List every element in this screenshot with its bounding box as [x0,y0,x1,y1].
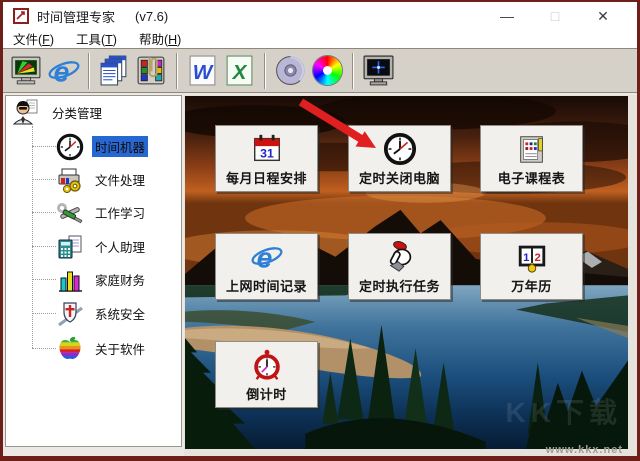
feature-scheduled-tasks[interactable]: 定时执行任务 [348,233,451,300]
word-icon[interactable]: W [185,53,220,88]
feature-countdown[interactable]: 倒计时 [215,341,318,408]
bar-chart-icon [56,266,84,294]
sidebar-item-label[interactable]: 关于软件 [92,338,148,359]
svg-text:X: X [232,61,248,84]
sidebar-item-family-finance[interactable]: 家庭财务 [56,263,148,296]
feature-label: 倒计时 [246,387,287,402]
feature-label: 每月日程安排 [225,171,307,186]
sidebar-item-label[interactable]: 工作学习 [92,202,148,223]
photo-background: 31 每月日程安排 定时关闭电脑 电子课程表 e 上网时间记录 定时执行任务 1… [185,96,628,449]
svg-text:31: 31 [260,147,274,161]
sidebar-item-work-study[interactable]: 工作学习 [56,196,148,229]
sidebar-item-system-security[interactable]: 系统安全 [56,297,148,330]
app-icon [13,8,29,24]
menu-file[interactable]: 文件(F) [3,29,66,50]
sidebar-item-personal-assistant[interactable]: 个人助理 [56,230,148,263]
svg-text:1: 1 [523,252,529,264]
feature-perpetual-calendar[interactable]: 1 2 万年历 [480,233,583,300]
tree-connector [32,212,56,213]
maximize-button: □ [550,8,560,24]
printer-gears-icon [56,166,84,194]
toolbar-separator [352,52,354,89]
title-bar: 时间管理专家 (v7.6) — □ ✕ [3,2,637,30]
sidebar-item-label[interactable]: 个人助理 [92,236,148,257]
ie-browser-icon: e [250,238,284,276]
hand-press-icon [383,238,417,276]
sidebar-item-label[interactable]: 系统安全 [92,303,148,324]
tree-connector [32,348,56,349]
feature-scheduled-shutdown[interactable]: 定时关闭电脑 [348,125,451,192]
close-button[interactable]: ✕ [579,8,627,25]
wall-clock-icon [383,130,417,168]
feature-label: 定时执行任务 [358,279,440,294]
feature-monthly-schedule[interactable]: 31 每月日程安排 [215,125,318,192]
menu-help[interactable]: 帮助(H) [129,29,193,50]
menu-bar: 文件(F) 工具(T) 帮助(H) [3,30,637,48]
svg-text:2: 2 [534,252,540,264]
tree-connector [32,313,56,314]
tree-connector [32,246,56,247]
content-area: 分类管理 时间机器 文件处理 工作学习 个人助理 家庭财务 系统安全 关于软件 … [3,93,637,458]
cd-disc-icon[interactable] [273,53,308,88]
feature-label: 电子课程表 [497,171,566,186]
schedule-card-icon [515,130,549,168]
feature-electronic-timetable[interactable]: 电子课程表 [480,125,583,192]
feature-label: 上网时间记录 [225,279,307,294]
clock-icon [56,133,84,161]
toolbar-separator [176,52,178,89]
shutdown-monitor-icon[interactable] [361,53,396,88]
window-version: (v7.6) [135,8,169,24]
documents-stack-icon[interactable] [97,53,132,88]
ie-browser-icon[interactable]: e [46,53,81,88]
window-title: 时间管理专家 [37,9,116,25]
toolbar-separator [264,52,266,89]
minimize-button[interactable]: — [483,8,531,24]
excel-icon[interactable]: X [222,53,257,88]
main-panel: 31 每月日程安排 定时关闭电脑 电子课程表 e 上网时间记录 定时执行任务 1… [184,95,637,456]
toolbar: e W X [3,48,637,93]
feature-label: 万年历 [511,279,552,294]
shield-sword-icon [56,300,84,328]
feature-label: 定时关闭电脑 [358,171,440,186]
svg-text:W: W [193,61,214,84]
sidebar-item-file-processing[interactable]: 文件处理 [56,163,148,196]
svg-text:e: e [256,242,272,274]
tree-connector [32,146,56,147]
perpetual-calendar-icon: 1 2 [515,238,549,276]
color-wheel-icon[interactable] [310,53,345,88]
manager-icon [12,98,40,126]
tree-trunk-line [32,126,33,348]
svg-text:e: e [53,56,69,88]
menu-tools[interactable]: 工具(T) [66,29,129,50]
app-window: 时间管理专家 (v7.6) — □ ✕ 文件(F) 工具(T) 帮助(H) e [0,0,640,461]
toolbar-separator [88,52,90,89]
rainbow-apple-icon [56,335,84,363]
screensaver-monitor-icon[interactable] [9,53,44,88]
site-watermark: www.kkx.net [545,444,623,456]
sidebar-item-time-machine[interactable]: 时间机器 [56,130,149,163]
sidebar-item-label[interactable]: 家庭财务 [92,269,148,290]
alarm-clock-icon [250,346,284,384]
organizer-clipboard-icon[interactable] [134,53,169,88]
sidebar-item-label[interactable]: 时间机器 [92,136,149,157]
tree-connector [32,179,56,180]
feature-online-time-record[interactable]: e 上网时间记录 [215,233,318,300]
category-tree-panel: 分类管理 时间机器 文件处理 工作学习 个人助理 家庭财务 系统安全 关于软件 [5,95,182,447]
tree-root-label[interactable]: 分类管理 [52,103,102,122]
calendar-31-icon: 31 [250,130,284,168]
sidebar-item-label[interactable]: 文件处理 [92,169,148,190]
tools-icon [56,199,84,227]
calculator-icon [56,233,84,261]
sidebar-item-about-software[interactable]: 关于软件 [56,332,148,365]
tree-root-categories[interactable]: 分类管理 [12,98,102,126]
tree-connector [32,279,56,280]
